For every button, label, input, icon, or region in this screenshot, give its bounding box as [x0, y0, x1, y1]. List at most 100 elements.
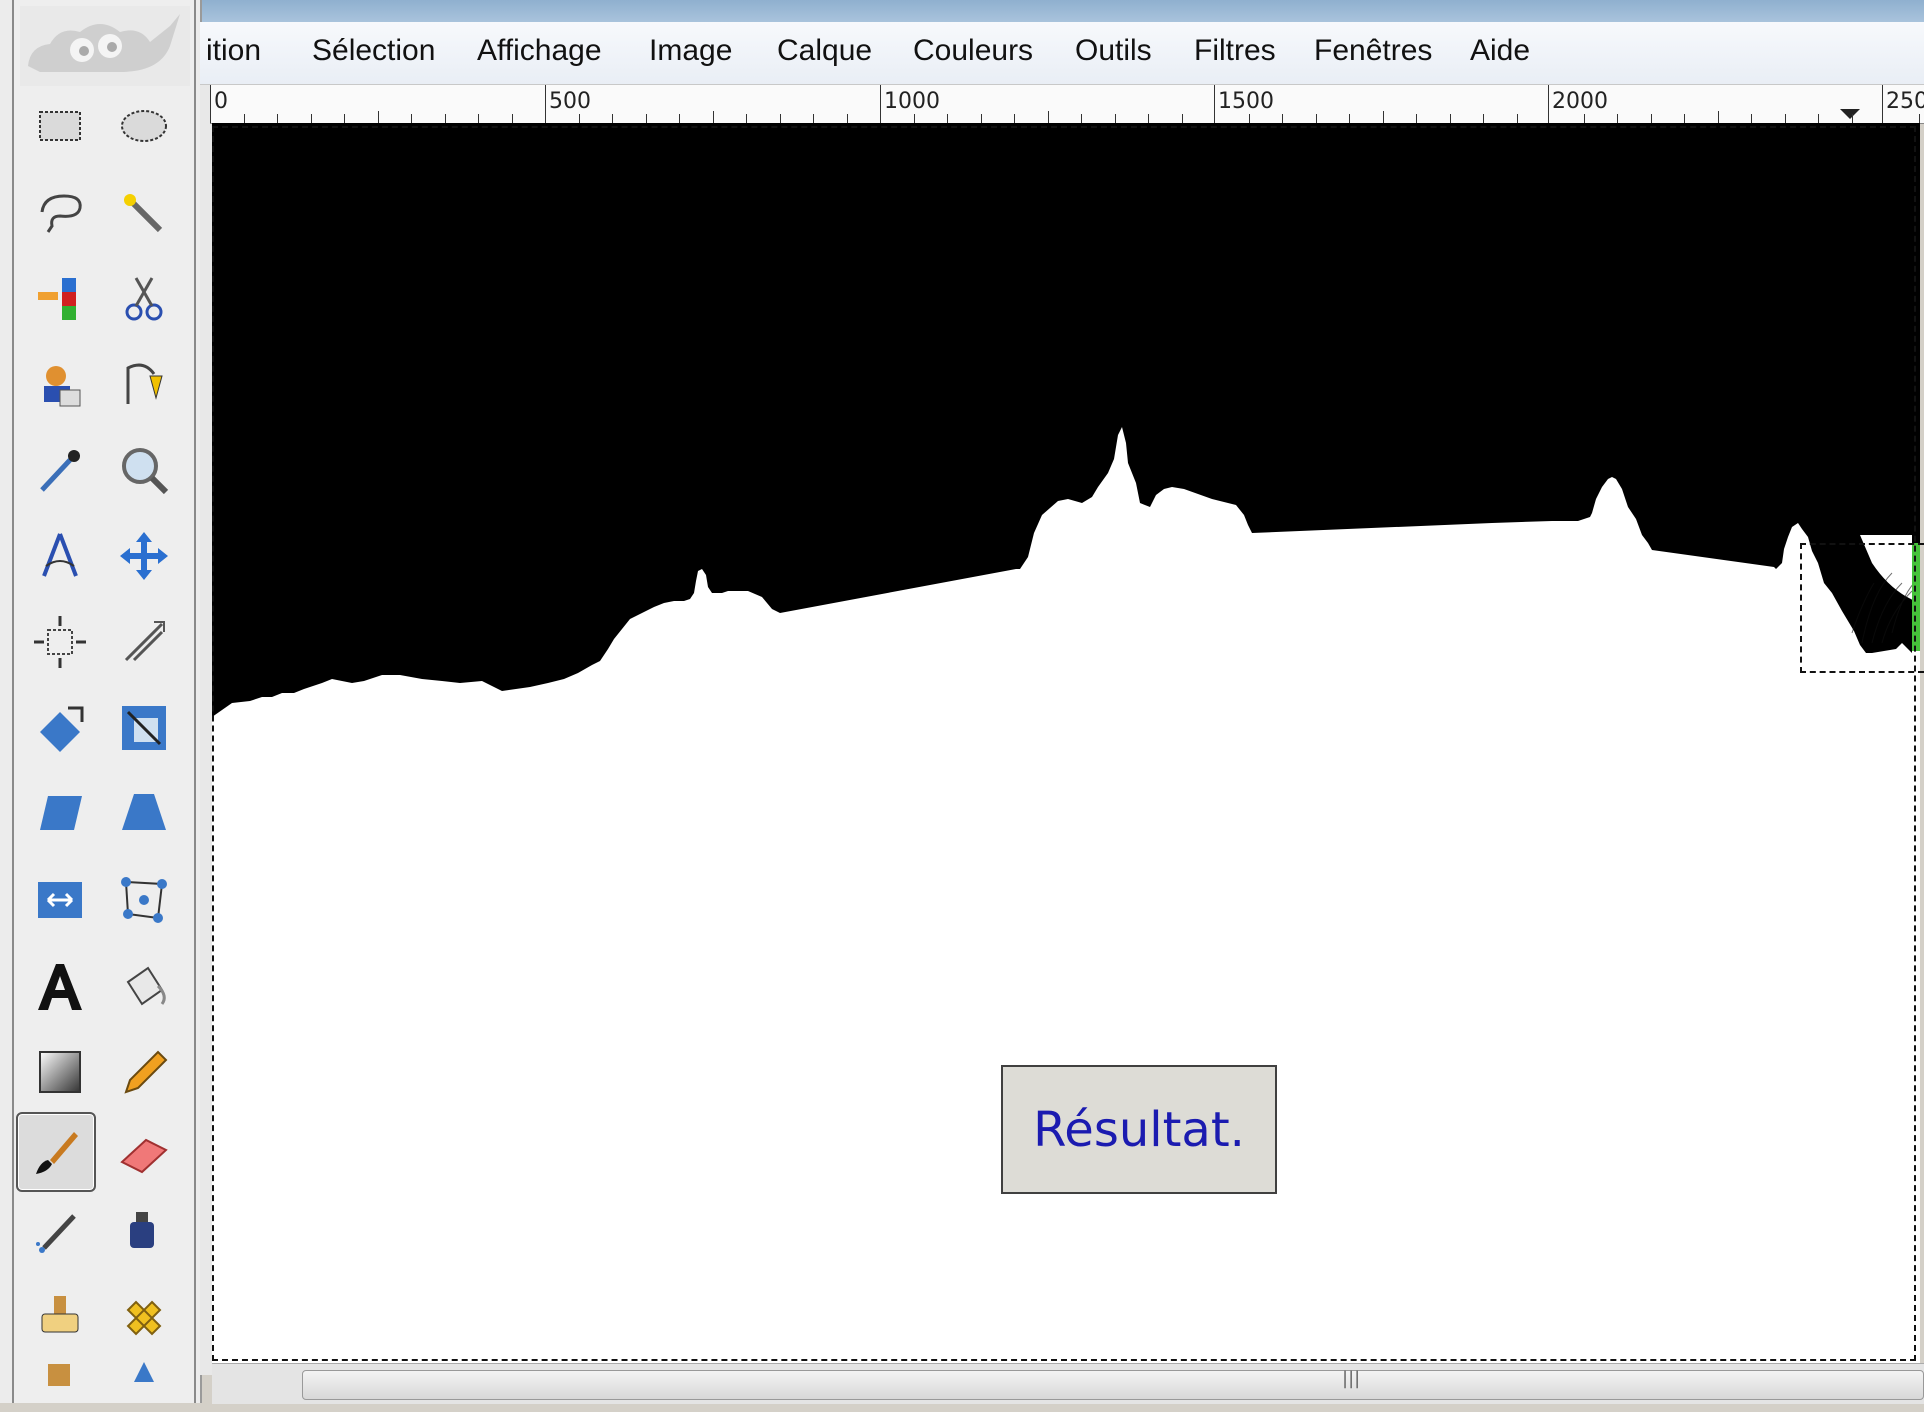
heal-tool[interactable]: [104, 1278, 184, 1358]
bucket-fill-icon: [126, 966, 166, 1006]
menu-fenetres[interactable]: Fenêtres: [1314, 34, 1432, 68]
scale-tool[interactable]: [104, 688, 184, 768]
menu-outils[interactable]: Outils: [1075, 34, 1152, 68]
ruler-tick: [981, 114, 982, 123]
ruler-tick: [847, 114, 848, 123]
ruler-label: 1500: [1218, 89, 1274, 114]
window-title-bar: [0, 0, 1924, 22]
flip-tool[interactable]: [20, 860, 100, 940]
align-icon: [34, 616, 86, 668]
perspective-clone-tool[interactable]: [20, 1360, 100, 1403]
menu-filtres[interactable]: Filtres: [1194, 34, 1276, 68]
foreground-select-icon: [44, 366, 81, 407]
move-icon: [120, 532, 168, 580]
cage-transform-tool[interactable]: [104, 860, 184, 940]
ruler-tick: [713, 111, 714, 123]
rect-select-tool[interactable]: [20, 86, 100, 166]
blend-tool[interactable]: [20, 1032, 100, 1112]
menu-aide[interactable]: Aide: [1470, 34, 1530, 68]
scissors-select-icon: [125, 277, 163, 321]
ruler-label: 0: [214, 89, 228, 114]
foreground-select-tool[interactable]: [20, 344, 100, 424]
paintbrush-tool[interactable]: [16, 1112, 96, 1192]
ruler-label: 250: [1886, 89, 1924, 114]
clone-tool[interactable]: [20, 1278, 100, 1358]
ellipse-select-tool[interactable]: [104, 86, 184, 166]
result-button[interactable]: Résultat.: [1001, 1065, 1277, 1194]
scrollbar-thumb[interactable]: [302, 1370, 1924, 1400]
ruler-tick: [579, 114, 580, 123]
ruler-tick: [1450, 114, 1451, 123]
pencil-icon: [124, 1050, 168, 1094]
ink-tool[interactable]: [104, 1192, 184, 1272]
shear-tool[interactable]: [20, 774, 100, 854]
ruler-tick: [947, 114, 948, 123]
paintbrush-icon: [36, 1132, 78, 1174]
crop-tool[interactable]: [104, 602, 184, 682]
ruler-tick: [1718, 111, 1719, 123]
menu-calque[interactable]: Calque: [777, 34, 872, 68]
ruler-tick: [1584, 114, 1585, 123]
ruler-tick: [344, 114, 345, 123]
ruler-tick: [1818, 114, 1819, 123]
rotate-icon: [40, 706, 84, 752]
ruler-tick: [411, 114, 412, 123]
menu-edition[interactable]: ition: [206, 34, 261, 68]
eraser-tool[interactable]: [104, 1116, 184, 1196]
toolbox: [0, 0, 202, 1403]
ruler-tick: [1249, 114, 1250, 123]
bucket-fill-tool[interactable]: [104, 946, 184, 1026]
image-canvas[interactable]: Résultat.: [212, 123, 1920, 1363]
rotate-tool[interactable]: [20, 688, 100, 768]
perspective-icon: [122, 794, 166, 830]
ruler-tick: [1282, 114, 1283, 123]
paths-tool[interactable]: [104, 344, 184, 424]
paths-icon: [126, 363, 163, 404]
airbrush-tool[interactable]: [20, 1192, 100, 1272]
horizontal-scrollbar[interactable]: |||: [212, 1363, 1924, 1404]
ruler-tick: [1751, 114, 1752, 123]
measure-tool[interactable]: [20, 516, 100, 596]
select-by-color-tool[interactable]: [20, 258, 100, 338]
floating-selection: [1800, 543, 1924, 673]
ruler-tick: [1651, 114, 1652, 123]
fuzzy-select-tool[interactable]: [104, 172, 184, 252]
ruler-label: 500: [549, 89, 591, 114]
scale-icon: [122, 706, 166, 750]
ruler-tick: [512, 114, 513, 123]
measure-icon: [42, 533, 78, 577]
free-select-tool[interactable]: [20, 172, 100, 252]
color-picker-tool[interactable]: [20, 430, 100, 510]
ruler-tick: [277, 114, 278, 123]
rect-select-icon: [39, 111, 81, 141]
ruler-tick: [1919, 114, 1920, 123]
ruler-tick: [1684, 114, 1685, 123]
scissors-select-tool[interactable]: [104, 258, 184, 338]
scrollbar-grip-icon: |||: [1342, 1368, 1361, 1389]
ruler-tick: [445, 114, 446, 123]
pencil-tool[interactable]: [104, 1032, 184, 1112]
ruler-tick: [1349, 114, 1350, 123]
perspective-tool[interactable]: [104, 774, 184, 854]
menu-affichage[interactable]: Affichage: [477, 34, 602, 68]
move-tool[interactable]: [104, 516, 184, 596]
align-tool[interactable]: [20, 602, 100, 682]
menu-couleurs[interactable]: Couleurs: [913, 34, 1033, 68]
ruler-tick: [1014, 114, 1015, 123]
menu-selection[interactable]: Sélection: [312, 34, 435, 68]
ruler-tick: [1316, 114, 1317, 123]
ruler-tick: [1416, 114, 1417, 123]
text-tool[interactable]: [20, 946, 100, 1026]
ruler-tick: [1081, 114, 1082, 123]
menu-image[interactable]: Image: [649, 34, 732, 68]
text-icon: [38, 964, 82, 1010]
ellipse-select-icon: [121, 110, 167, 142]
ruler-tick: [1148, 114, 1149, 123]
eraser-icon: [120, 1138, 168, 1174]
ruler-tick: [244, 114, 245, 123]
ruler-tick: [1785, 114, 1786, 123]
ruler-tick: [1383, 111, 1384, 123]
ink-icon: [130, 1212, 154, 1248]
blur-sharpen-tool[interactable]: [104, 1360, 184, 1403]
zoom-tool[interactable]: [104, 430, 184, 510]
